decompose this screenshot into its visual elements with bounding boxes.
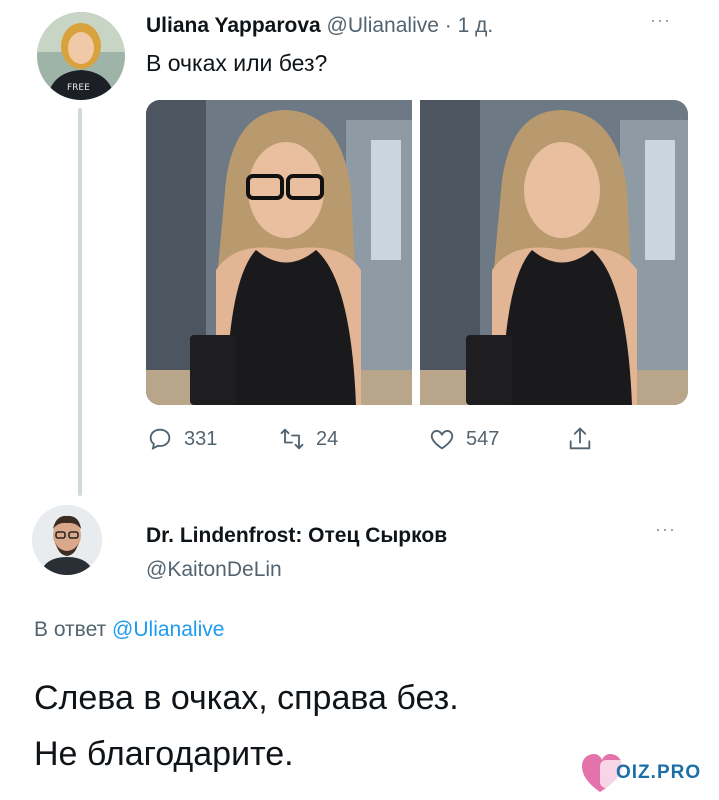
tweet-image-right[interactable] — [420, 100, 688, 405]
time-separator: · — [438, 14, 458, 37]
watermark: OIZ.PRO — [580, 748, 718, 798]
tweet-text: В очках или без? — [146, 50, 328, 76]
more-options-icon[interactable]: ··· — [650, 10, 671, 31]
share-button[interactable] — [566, 425, 604, 453]
replying-to-handle[interactable]: @Ulianalive — [112, 618, 224, 641]
reply-text: Слева в очках, справа без. Не благодарит… — [34, 670, 459, 782]
author-avatar[interactable]: FREE — [37, 12, 125, 100]
reply-button[interactable]: 331 — [146, 425, 217, 453]
more-options-icon[interactable]: ··· — [655, 519, 676, 540]
like-count: 547 — [466, 427, 500, 450]
tweet-actions: 331 24 547 — [146, 425, 606, 455]
avatar-photo-icon: FREE — [37, 12, 125, 100]
author-handle[interactable]: @Ulianalive — [327, 14, 439, 37]
photo-woman-without-glasses-icon — [420, 100, 688, 405]
reply-text-line: Не благодарите. — [34, 735, 294, 773]
photo-woman-with-glasses-icon — [146, 100, 412, 405]
tweet-time[interactable]: 1 д. — [458, 14, 494, 37]
reply-author-name[interactable]: Dr. Lindenfrost: Отец Сырков — [146, 524, 447, 548]
share-icon — [569, 427, 591, 450]
avatar-photo-icon — [32, 505, 102, 575]
replying-to: В ответ @Ulianalive — [34, 618, 224, 642]
tweet-image-left[interactable] — [146, 100, 412, 405]
reply-author-avatar[interactable] — [32, 505, 102, 575]
svg-text:FREE: FREE — [67, 83, 90, 93]
retweet-icon — [280, 428, 304, 450]
thread-line — [78, 108, 82, 496]
reply-count: 331 — [184, 427, 218, 450]
watermark-text: OIZ.PRO — [616, 762, 702, 783]
reply-text-line: Слева в очках, справа без. — [34, 679, 459, 717]
replying-to-prefix: В ответ — [34, 618, 113, 641]
heart-icon — [430, 430, 454, 450]
retweet-count: 24 — [316, 427, 339, 450]
reply-icon — [149, 428, 171, 451]
like-button[interactable]: 547 — [428, 425, 499, 453]
author-name[interactable]: Uliana Yapparova — [146, 14, 321, 37]
reply-author-handle[interactable]: @KaitonDeLin — [146, 558, 282, 582]
tweet-header: Uliana Yapparova @Ulianalive · 1 д. — [146, 14, 493, 38]
retweet-button[interactable]: 24 — [278, 425, 338, 453]
